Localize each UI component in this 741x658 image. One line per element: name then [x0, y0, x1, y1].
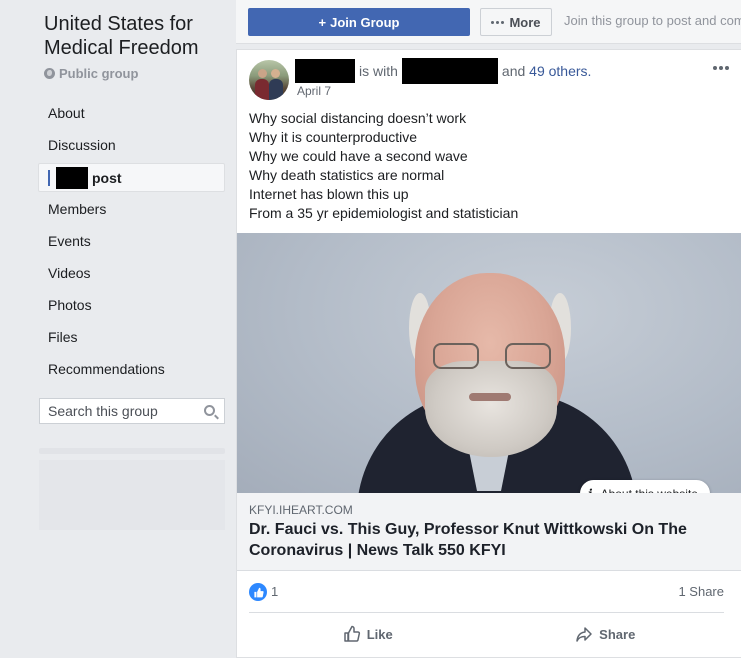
sidebar-placeholder-box — [39, 460, 225, 530]
more-button[interactable]: More — [480, 8, 552, 36]
link-preview[interactable]: KFYI.IHEART.COM Dr. Fauci vs. This Guy, … — [237, 493, 741, 571]
nav-item-files[interactable]: Files — [38, 321, 225, 353]
globe-icon — [44, 68, 55, 79]
like-icon — [343, 625, 360, 642]
more-dots-icon — [491, 20, 505, 24]
join-group-label: Join Group — [330, 14, 400, 30]
post-line: Why it is counterproductive — [249, 129, 418, 145]
post-card: is with and 49 others. April 7 Why socia… — [236, 49, 741, 658]
left-sidebar: United States for Medical Freedom Public… — [0, 0, 236, 658]
share-button[interactable]: Share — [487, 616, 725, 652]
nav-item-about[interactable]: About — [38, 97, 225, 129]
join-hint: Join this group to post and comment. — [564, 13, 741, 28]
link-headline: Dr. Fauci vs. This Guy, Professor Knut W… — [249, 521, 687, 559]
join-group-button[interactable]: + Join Group — [248, 8, 470, 36]
nav-item-discussion[interactable]: Discussion — [38, 129, 225, 161]
redacted-author — [295, 59, 355, 83]
share-count[interactable]: 1 Share — [678, 584, 724, 599]
link-preview-image[interactable] — [237, 233, 741, 493]
with-text: is with — [359, 63, 398, 79]
search-icon[interactable] — [204, 405, 215, 416]
nav-item-members[interactable]: Members — [38, 193, 225, 225]
share-label: Share — [599, 626, 636, 642]
link-domain: KFYI.IHEART.COM — [249, 503, 353, 517]
post-line: Why we could have a second wave — [249, 148, 468, 164]
post-actions: Like Share — [249, 616, 724, 652]
post-date[interactable]: April 7 — [297, 84, 331, 98]
shortcuts-placeholder — [39, 448, 225, 454]
share-icon — [576, 627, 592, 642]
privacy-label: Public group — [44, 66, 138, 81]
like-label: Like — [366, 626, 393, 642]
nav-item-events[interactable]: Events — [38, 225, 225, 257]
group-action-bar: + Join Group More Join this group to pos… — [236, 0, 741, 44]
reaction-summary: 1 1 Share — [237, 571, 741, 612]
post-header: is with and 49 others. — [295, 58, 591, 84]
like-reaction-icon[interactable] — [249, 583, 267, 601]
post-line: Why death statistics are normal — [249, 167, 445, 183]
avatar[interactable] — [249, 60, 289, 100]
post-line: From a 35 yr epidemiologist and statisti… — [249, 205, 519, 221]
like-button[interactable]: Like — [249, 616, 487, 652]
actions-divider — [249, 612, 724, 613]
search-input[interactable] — [48, 403, 198, 419]
nav-item-post-label: post — [92, 169, 122, 186]
group-nav: About Discussion post Members Events Vid… — [38, 97, 225, 385]
nav-item-post[interactable]: post — [38, 163, 225, 192]
post-body: Why social distancing doesn’t work Why i… — [249, 109, 518, 223]
nav-item-photos[interactable]: Photos — [38, 289, 225, 321]
privacy-text: Public group — [59, 66, 139, 81]
and-text: and — [501, 63, 526, 79]
active-indicator — [48, 169, 50, 186]
menu-dots-icon[interactable] — [713, 66, 729, 70]
more-label: More — [509, 14, 541, 30]
others-link[interactable]: 49 others. — [529, 63, 591, 79]
nav-item-recommendations[interactable]: Recommendations — [38, 353, 225, 385]
plus-icon: + — [318, 14, 327, 30]
redacted-tagged-person — [401, 58, 498, 84]
group-search — [39, 398, 225, 424]
post-line: Why social distancing doesn’t work — [249, 110, 467, 126]
redaction-box — [56, 166, 88, 189]
nav-item-videos[interactable]: Videos — [38, 257, 225, 289]
like-count[interactable]: 1 — [271, 584, 278, 599]
group-title[interactable]: United States for Medical Freedom — [44, 12, 224, 60]
post-line: Internet has blown this up — [249, 186, 409, 202]
